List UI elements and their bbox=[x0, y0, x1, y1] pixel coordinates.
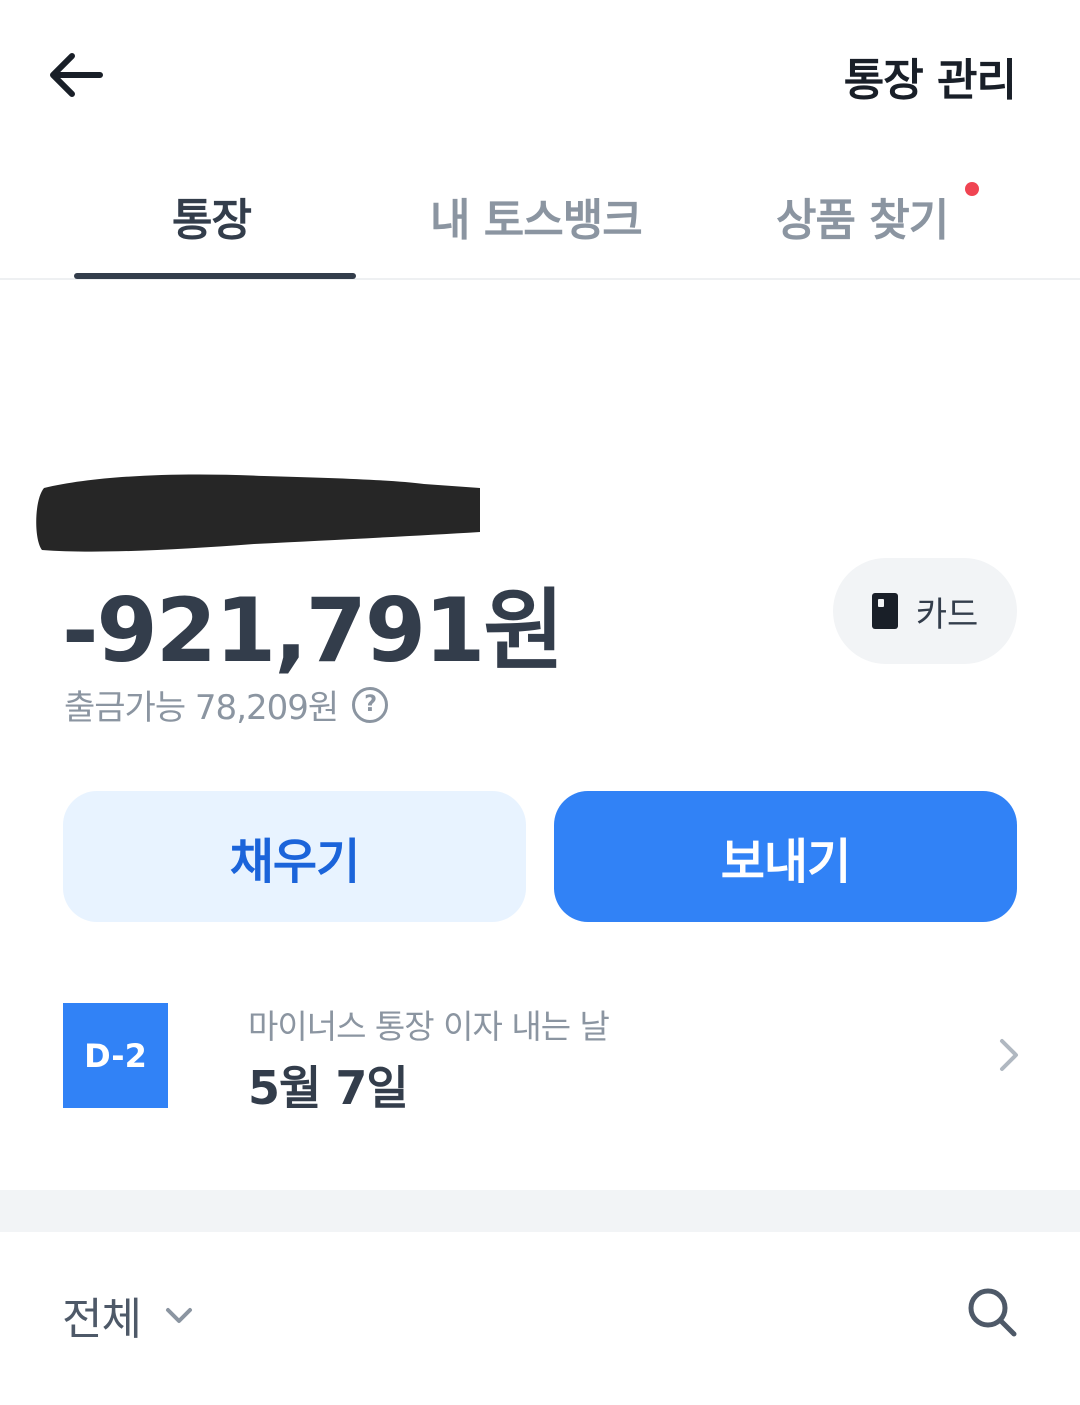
filter-label: 전체 bbox=[62, 1294, 142, 1345]
notification-dot bbox=[965, 182, 979, 196]
chevron-down-icon bbox=[165, 1308, 192, 1323]
search-icon bbox=[968, 1288, 1017, 1337]
redacted-account-name bbox=[36, 474, 480, 552]
dday-badge: D-2 bbox=[63, 1003, 168, 1108]
card-button[interactable]: 카드 bbox=[833, 558, 1017, 664]
back-button[interactable] bbox=[40, 40, 110, 110]
card-icon bbox=[871, 593, 898, 629]
tab-my-tossbank[interactable]: 내 토스뱅크 bbox=[430, 184, 643, 248]
help-icon[interactable]: ? bbox=[352, 686, 389, 723]
interest-label: 마이너스 통장 이자 내는 날 bbox=[248, 1007, 610, 1046]
interest-date: 5월 7일 bbox=[248, 1061, 409, 1115]
account-manage-link[interactable]: 통장 관리 bbox=[844, 44, 1017, 108]
filter-dropdown[interactable]: 전체 bbox=[62, 1283, 195, 1347]
account-balance: -921,791원 bbox=[62, 579, 564, 682]
active-tab-indicator bbox=[74, 273, 356, 279]
account-screen: 통장 관리 통장 내 토스뱅크 상품 찾기 -921,791원 출금가능 78,… bbox=[0, 0, 1080, 1405]
send-button[interactable]: 보내기 bbox=[554, 791, 1017, 922]
tab-account[interactable]: 통장 bbox=[172, 184, 252, 248]
search-button[interactable] bbox=[962, 1282, 1022, 1342]
tab-bar: 통장 내 토스뱅크 상품 찾기 bbox=[0, 160, 1080, 280]
withdrawable-amount: 출금가능 78,209원 ? bbox=[64, 680, 389, 729]
section-divider bbox=[0, 1190, 1080, 1232]
chevron-right-icon bbox=[1000, 1039, 1018, 1071]
card-button-label: 카드 bbox=[915, 594, 979, 635]
fill-button[interactable]: 채우기 bbox=[63, 791, 526, 922]
interest-payment-row[interactable]: D-2 마이너스 통장 이자 내는 날 5월 7일 bbox=[0, 980, 1080, 1130]
tab-find-products[interactable]: 상품 찾기 bbox=[776, 184, 949, 248]
arrow-left-icon bbox=[50, 53, 103, 97]
withdrawable-text: 출금가능 78,209원 bbox=[64, 688, 339, 728]
